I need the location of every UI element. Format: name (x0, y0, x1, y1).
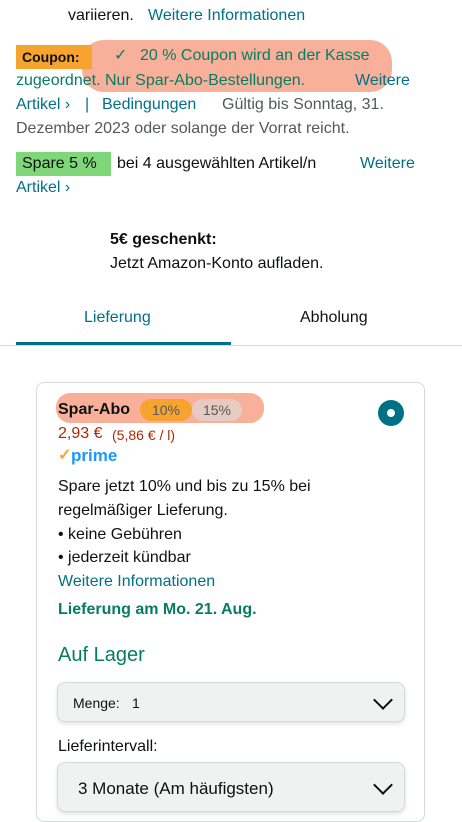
coupon-more-link[interactable]: Weitere (355, 70, 410, 92)
gift-title: 5€ geschenkt: (110, 231, 217, 248)
tab-lieferung-label: Lieferung (84, 309, 151, 326)
quantity-select[interactable]: Menge: 1 (57, 682, 405, 722)
tab-divider (0, 345, 462, 346)
quantity-label: Menge: (73, 695, 120, 711)
prime-logo: prime (71, 446, 118, 465)
coupon-text-line2: zugeordnet. Nur Spar-Abo-Bestellungen. (16, 72, 306, 89)
interval-select[interactable]: 3 Monate (Am häufigsten) (57, 762, 405, 812)
offer-price: 2,93 € (58, 425, 103, 442)
offer-delivery-date: Lieferung am Mo. 21. Aug. (58, 601, 257, 618)
stock-status: Auf Lager (58, 644, 145, 666)
coupon-validity-line1: Gültig bis Sonntag, 31. (222, 96, 384, 113)
offer-unit-price: (5,86 € / l) (112, 427, 176, 443)
quantity-value: 1 (132, 695, 140, 711)
spare-text: bei 4 ausgewählten Artikel/n (117, 155, 317, 172)
chevron-down-icon (373, 690, 393, 710)
offer-desc-line2: regelmäßiger Lieferung. (58, 502, 228, 519)
tab-lieferung[interactable]: Lieferung (16, 296, 231, 342)
offer-bullet-2: • jederzeit kündbar (58, 549, 191, 566)
tab-abholung[interactable]: Abholung (231, 296, 446, 342)
top-more-info-link[interactable]: Weitere Informationen (148, 5, 305, 27)
radio-selected-icon[interactable] (378, 400, 404, 426)
coupon-articles-link[interactable]: Artikel › (16, 94, 70, 116)
coupon-validity-line2: Dezember 2023 oder solange der Vorrat re… (16, 120, 350, 137)
check-icon: ✓ (114, 47, 128, 64)
tab-abholung-label: Abholung (300, 309, 368, 326)
tab-active-indicator (16, 342, 231, 345)
coupon-text-line1: 20 % Coupon wird an der Kasse (140, 47, 370, 64)
prime-check-icon: ✓ (58, 447, 72, 464)
spare-articles-link[interactable]: Artikel › (16, 177, 70, 199)
offer-desc-line1: Spare jetzt 10% und bis zu 15% bei (58, 478, 311, 495)
spare-badge: Spare 5 % (16, 152, 111, 176)
interval-label: Lieferintervall: (58, 738, 158, 755)
coupon-separator: | (85, 96, 90, 113)
interval-value: 3 Monate (Am häufigsten) (78, 779, 274, 798)
spar-abo-title: Spar-Abo (58, 401, 130, 418)
top-text: variieren. (68, 7, 134, 24)
coupon-conditions-link[interactable]: Bedingungen (102, 94, 196, 116)
gift-text[interactable]: Jetzt Amazon-Konto aufladen. (110, 253, 323, 275)
chevron-down-icon (373, 775, 393, 795)
offer-info-link[interactable]: Weitere Informationen (58, 571, 215, 593)
discount-pill-15: 15% (192, 399, 242, 421)
spare-more-link[interactable]: Weitere (360, 153, 415, 175)
coupon-badge: Coupon: (16, 45, 92, 69)
offer-bullet-1: • keine Gebühren (58, 526, 182, 543)
discount-pill-10: 10% (140, 399, 192, 421)
